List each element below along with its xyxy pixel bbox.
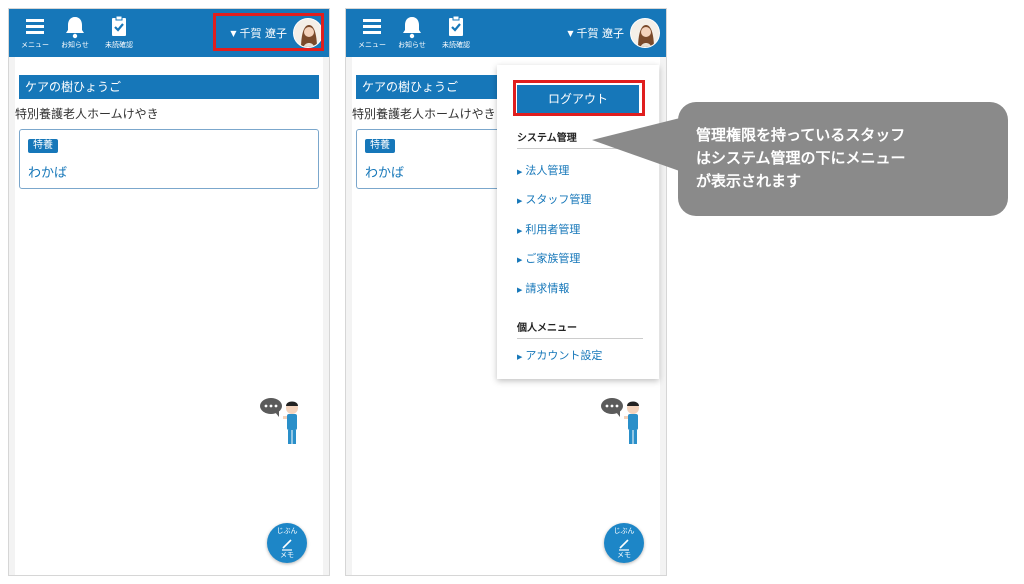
hamburger-icon: [15, 13, 55, 41]
unread-check-button[interactable]: 未読確認: [99, 13, 139, 53]
unread-check-button[interactable]: 未読確認: [436, 13, 476, 53]
unread-label: 未読確認: [105, 41, 133, 49]
facility-name: ケアの樹ひょうご: [19, 75, 319, 99]
memo-button[interactable]: じぶん メモ: [604, 523, 644, 563]
callout-line: が表示されます: [696, 172, 802, 190]
subfacility-name: 特別養護老人ホームけやき: [352, 107, 496, 121]
menu-item-family[interactable]: ▶ ご家族管理: [517, 250, 580, 266]
memo-label-top: じぶん: [276, 527, 298, 535]
unit-name: わかば: [365, 166, 405, 181]
right-phone-screen: メニュー お知らせ 未読確認 ▼ 千賀 遼子 ケアの樹ひょうご 特別養護老人ホー…: [345, 8, 667, 576]
menu-item-label: 利用者管理: [525, 223, 581, 236]
callout-pointer: [592, 116, 688, 174]
triangle-right-icon: ▶: [517, 227, 523, 235]
caret-down-icon: ▼: [567, 28, 574, 38]
subfacility-name: 特別養護老人ホームけやき: [15, 107, 159, 121]
unread-label: 未読確認: [442, 41, 470, 49]
unit-tag: 特養: [28, 139, 58, 153]
menu-item-billing[interactable]: ▶ 請求情報: [517, 280, 569, 296]
callout-text: 管理権限を持っているスタッフ はシステム管理の下にメニュー が表示されます: [696, 124, 906, 193]
hamburger-icon: [352, 13, 392, 41]
menu-item-label: 請求情報: [525, 282, 570, 295]
clipboard-check-icon: [99, 13, 139, 41]
mascot-illustration: [259, 395, 311, 451]
pencil-icon: [616, 536, 632, 551]
section-title-personal: 個人メニュー: [517, 319, 643, 339]
menu-item-label: アカウント設定: [525, 349, 603, 362]
menu-item-label: スタッフ管理: [525, 193, 592, 206]
triangle-right-icon: ▶: [517, 197, 523, 205]
memo-label-bottom: メモ: [617, 551, 631, 559]
memo-label-top: じぶん: [613, 527, 635, 535]
bell-icon: [55, 13, 95, 41]
triangle-right-icon: ▶: [517, 168, 523, 176]
memo-button[interactable]: じぶん メモ: [267, 523, 307, 563]
mascot-illustration: [600, 395, 652, 451]
triangle-right-icon: ▶: [517, 256, 523, 264]
callout-line: 管理権限を持っているスタッフ: [696, 126, 906, 144]
left-phone-screen: メニュー お知らせ 未読確認 ▼ 千賀 遼子 ケアの樹ひょうご 特別養護老人ホー…: [8, 8, 330, 576]
callout-line: はシステム管理の下にメニュー: [696, 149, 906, 167]
avatar: [630, 18, 660, 48]
pencil-icon: [279, 536, 295, 551]
top-nav-bar: メニュー お知らせ 未読確認 ▼ 千賀 遼子: [346, 9, 666, 57]
user-name: 千賀 遼子: [576, 27, 625, 40]
menu-item-corporation[interactable]: ▶ 法人管理: [517, 162, 569, 178]
explanation-callout: 管理権限を持っているスタッフ はシステム管理の下にメニュー が表示されます: [678, 102, 1008, 216]
notice-button[interactable]: お知らせ: [392, 13, 432, 53]
unit-card[interactable]: 特養 わかば: [19, 129, 319, 189]
user-menu-toggle[interactable]: ▼ 千賀 遼子: [567, 15, 660, 51]
notice-button[interactable]: お知らせ: [55, 13, 95, 53]
unit-name: わかば: [28, 166, 68, 181]
menu-item-label: 法人管理: [525, 164, 570, 177]
menu-item-label: ご家族管理: [525, 252, 581, 265]
main-content: ケアの樹ひょうご 特別養護老人ホームけやき 特養 わかば じぶん メモ: [15, 57, 323, 575]
bell-icon: [392, 13, 432, 41]
menu-item-residents[interactable]: ▶ 利用者管理: [517, 221, 580, 237]
user-menu-highlight: [213, 13, 324, 51]
menu-item-staff[interactable]: ▶ スタッフ管理: [517, 191, 591, 207]
menu-item-account-settings[interactable]: ▶ アカウント設定: [517, 347, 602, 363]
unit-tag: 特養: [365, 139, 395, 153]
memo-label-bottom: メモ: [280, 551, 294, 559]
clipboard-check-icon: [436, 13, 476, 41]
triangle-right-icon: ▶: [517, 353, 523, 361]
triangle-right-icon: ▶: [517, 286, 523, 294]
